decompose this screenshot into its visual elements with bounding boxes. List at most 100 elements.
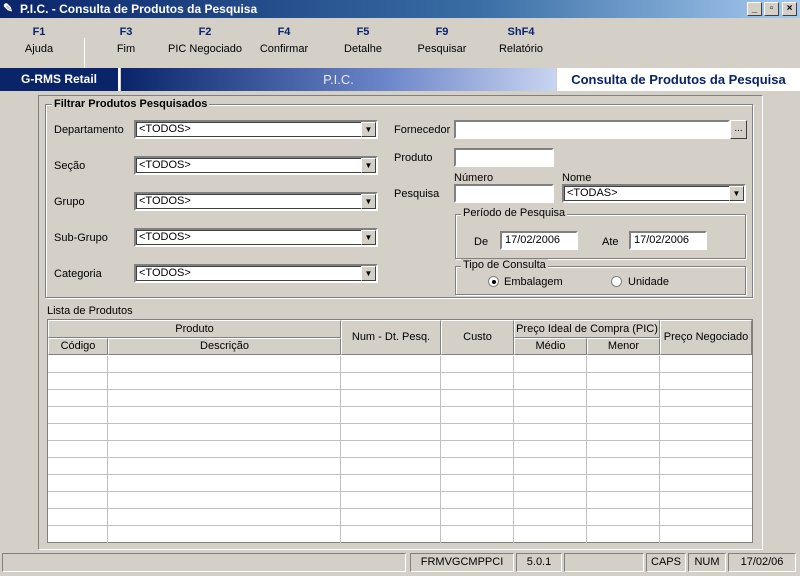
- categoria-value: <TODOS>: [139, 267, 191, 279]
- products-grid[interactable]: Produto Código Descrição Num - Dt. Pesq.…: [47, 319, 753, 543]
- pesquisa-label: Pesquisa: [394, 188, 440, 200]
- grupo-label: Grupo: [54, 196, 85, 208]
- fkey-label: F2: [198, 26, 212, 38]
- fkey-text: Ajuda: [24, 43, 54, 55]
- status-message: [2, 553, 406, 572]
- app-name: G-RMS Retail: [0, 68, 120, 91]
- grid-column: [587, 356, 660, 543]
- chevron-down-icon[interactable]: ▼: [361, 266, 376, 281]
- secao-select[interactable]: <TODOS> ▼: [134, 156, 378, 175]
- search-button[interactable]: F9 Pesquisar: [397, 26, 487, 55]
- title-bar: ✎ P.I.C. - Consulta de Produtos da Pesqu…: [0, 0, 800, 18]
- chevron-down-icon[interactable]: ▼: [361, 158, 376, 173]
- chevron-down-icon[interactable]: ▼: [361, 230, 376, 245]
- subgrupo-select[interactable]: <TODOS> ▼: [134, 228, 378, 247]
- status-caps: CAPS: [646, 553, 686, 572]
- table-row: [48, 491, 752, 492]
- table-row: [48, 474, 752, 475]
- tipo-title: Tipo de Consulta: [461, 259, 548, 271]
- grid-column: [441, 356, 514, 543]
- subgrupo-value: <TODOS>: [139, 231, 191, 243]
- pesquisa-nome-select[interactable]: <TODAS> ▼: [562, 184, 746, 203]
- fornecedor-field[interactable]: [454, 120, 730, 139]
- subgrupo-label: Sub-Grupo: [54, 232, 108, 244]
- minimize-button[interactable]: _: [747, 2, 762, 16]
- restore-button[interactable]: ▫: [764, 2, 779, 16]
- app-banner: G-RMS Retail P.I.C. Consulta de Produtos…: [0, 68, 800, 92]
- secao-label: Seção: [54, 160, 86, 172]
- header-preco-ideal: Preço Ideal de Compra (PIC): [514, 320, 660, 338]
- status-date: 17/02/06: [728, 553, 796, 572]
- chevron-down-icon[interactable]: ▼: [361, 122, 376, 137]
- ate-date-field[interactable]: 17/02/2006: [629, 231, 707, 250]
- help-button[interactable]: F1 Ajuda: [0, 26, 84, 55]
- ate-label: Ate: [602, 236, 619, 248]
- table-row: [48, 406, 752, 407]
- fkey-label: F1: [32, 26, 46, 38]
- close-button[interactable]: ×: [782, 2, 797, 16]
- categoria-select[interactable]: <TODOS> ▼: [134, 264, 378, 283]
- fkey-text: Detalhe: [344, 43, 382, 55]
- embalagem-radio[interactable]: [488, 276, 499, 287]
- chevron-down-icon[interactable]: ▼: [729, 186, 744, 201]
- unidade-label[interactable]: Unidade: [628, 276, 669, 288]
- report-button[interactable]: ShF4 Relatório: [476, 26, 566, 55]
- table-row: [48, 389, 752, 390]
- status-empty: [564, 553, 644, 572]
- list-title: Lista de Produtos: [47, 305, 133, 317]
- grupo-value: <TODOS>: [139, 195, 191, 207]
- header-descricao[interactable]: Descrição: [108, 338, 341, 355]
- header-preco-negociado[interactable]: Preço Negociado: [660, 320, 752, 355]
- header-custo[interactable]: Custo: [441, 320, 514, 355]
- fkey-label: ShF4: [507, 26, 535, 38]
- de-date-field[interactable]: 17/02/2006: [500, 231, 578, 250]
- pencil-icon: ✎: [3, 1, 14, 15]
- departamento-value: <TODOS>: [139, 123, 191, 135]
- de-label: De: [474, 236, 489, 248]
- status-bar: FRMVGCMPPCI 5.0.1 CAPS NUM 17/02/06: [0, 551, 800, 574]
- header-medio[interactable]: Médio: [514, 338, 587, 355]
- grid-column: [48, 356, 108, 543]
- status-form-name: FRMVGCMPPCI: [410, 553, 514, 572]
- screen-title: Consulta de Produtos da Pesquisa: [557, 68, 800, 91]
- fkey-text: Pesquisar: [417, 43, 467, 55]
- chevron-down-icon[interactable]: ▼: [361, 194, 376, 209]
- header-num-dt[interactable]: Num - Dt. Pesq.: [341, 320, 441, 355]
- numero-label: Número: [454, 172, 494, 184]
- fkey-label: F9: [435, 26, 449, 38]
- unidade-radio[interactable]: [611, 276, 622, 287]
- grid-column: [514, 356, 587, 543]
- exit-button[interactable]: F3 Fim: [81, 26, 171, 55]
- header-menor[interactable]: Menor: [587, 338, 660, 355]
- window-title: P.I.C. - Consulta de Produtos da Pesquis…: [20, 2, 258, 16]
- confirm-button[interactable]: F4 Confirmar: [239, 26, 329, 55]
- pesquisa-numero-field[interactable]: [454, 184, 554, 203]
- status-num: NUM: [688, 553, 726, 572]
- produto-label: Produto: [394, 152, 433, 164]
- table-row: [48, 508, 752, 509]
- module-name: P.I.C.: [121, 68, 556, 91]
- table-row: [48, 525, 752, 526]
- fornecedor-lookup-button[interactable]: ...: [730, 120, 747, 139]
- nome-label: Nome: [562, 172, 592, 184]
- fkey-text: Fim: [116, 43, 136, 55]
- table-row: [48, 372, 752, 373]
- departamento-select[interactable]: <TODOS> ▼: [134, 120, 378, 139]
- secao-value: <TODOS>: [139, 159, 191, 171]
- detail-button[interactable]: F5 Detalhe: [318, 26, 408, 55]
- categoria-label: Categoria: [54, 268, 102, 280]
- fkey-label: F3: [119, 26, 133, 38]
- fkey-text: Relatório: [498, 43, 544, 55]
- pic-negociado-button[interactable]: F2 PIC Negociado: [160, 26, 250, 55]
- pesquisa-nome-value: <TODAS>: [567, 187, 618, 199]
- departamento-label: Departamento: [54, 124, 124, 136]
- header-codigo[interactable]: Código: [48, 338, 108, 355]
- fkey-label: F5: [356, 26, 370, 38]
- status-version: 5.0.1: [516, 553, 562, 572]
- embalagem-label[interactable]: Embalagem: [504, 276, 563, 288]
- produto-field[interactable]: [454, 148, 554, 167]
- grupo-select[interactable]: <TODOS> ▼: [134, 192, 378, 211]
- grid-column: [341, 356, 441, 543]
- fkey-text: Confirmar: [259, 43, 309, 55]
- function-key-toolbar: F1 Ajuda F3 Fim F2 PIC Negociado F4 Conf…: [0, 18, 800, 80]
